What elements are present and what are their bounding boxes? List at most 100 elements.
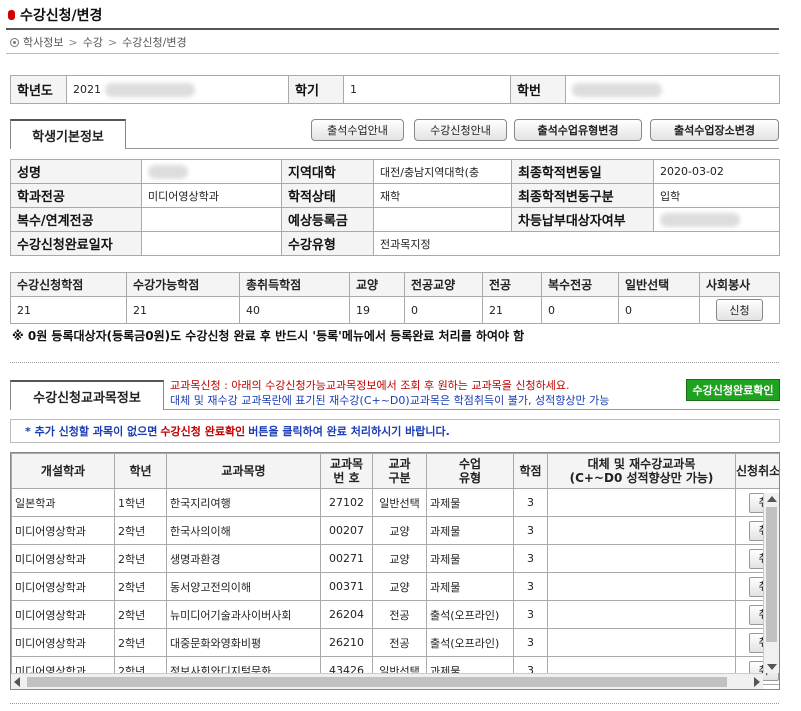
- chevron-right-icon: >: [107, 35, 118, 49]
- course-type: 과제물: [426, 544, 514, 573]
- major-label: 학과전공: [10, 183, 142, 208]
- header-credit: 학점: [513, 453, 548, 489]
- major-value: 미디어영상학과: [141, 183, 282, 208]
- course-retake: [547, 572, 736, 601]
- confirm-complete-button[interactable]: 수강신청완료확인: [686, 379, 780, 401]
- status-value: 재학: [373, 183, 512, 208]
- redacted-field: [572, 82, 662, 97]
- table-row: 미디어영상학과2학년한국사의이해00207교양과제물3취: [11, 516, 779, 545]
- status-label: 학적상태: [281, 183, 374, 208]
- scroll-thumb[interactable]: [766, 507, 777, 642]
- vertical-scrollbar[interactable]: [763, 493, 779, 673]
- scroll-left-icon[interactable]: [14, 677, 20, 687]
- header-cat-b: 구분: [388, 471, 411, 485]
- course-table: 개설학과 학년 교과목명 교과목 번 호 교과 구분 수업 유형 학점 대체 및 재수…: [11, 453, 779, 685]
- table-row: 일본학과1학년한국지리여행27102일반선택과제물3취: [11, 488, 779, 517]
- credit-header: 전공: [482, 272, 542, 297]
- scroll-up-icon[interactable]: [767, 496, 777, 502]
- course-credit: 3: [513, 488, 548, 517]
- bottom-divider: [10, 703, 779, 704]
- attendance-place-change-button[interactable]: 출석수업장소변경: [650, 119, 779, 141]
- course-credit: 3: [513, 628, 548, 657]
- attendance-guide-button[interactable]: 출석수업안내: [311, 119, 404, 141]
- header-type-b: 유형: [458, 471, 482, 485]
- course-category: 전공: [372, 600, 427, 629]
- horizontal-scrollbar[interactable]: [11, 673, 763, 689]
- complete-date-label: 수강신청완료일자: [10, 231, 142, 256]
- course-retake: [547, 516, 736, 545]
- course-grade: 1학년: [114, 488, 167, 517]
- course-type: 과제물: [426, 488, 514, 517]
- course-code: 27102: [320, 488, 373, 517]
- final-change-date-label: 최종학적변동일: [511, 159, 654, 184]
- scroll-right-icon[interactable]: [754, 677, 760, 687]
- type-label: 수강유형: [281, 231, 374, 256]
- tab-divider: [164, 409, 779, 410]
- course-dept: 미디어영상학과: [11, 572, 115, 601]
- section-divider: [10, 362, 779, 363]
- table-row: 미디어영상학과2학년뉴미디어기술과사이버사회26204전공출석(오프라인)3취: [11, 600, 779, 629]
- year-value: 2021: [66, 75, 289, 104]
- course-name: 한국지리여행: [166, 488, 321, 517]
- scroll-down-icon[interactable]: [767, 664, 777, 670]
- region-value: 대전/충남지역대학(충: [373, 159, 512, 184]
- credit-value: 19: [349, 296, 405, 324]
- header-type: 수업 유형: [426, 453, 514, 489]
- course-type: 과제물: [426, 516, 514, 545]
- tab-student-info[interactable]: 학생기본정보: [10, 119, 126, 149]
- breadcrumb-item[interactable]: 학사정보: [23, 34, 63, 50]
- expected-fee-value: [373, 207, 512, 232]
- credit-header: 일반선택: [618, 272, 700, 297]
- header-code-b: 번 호: [333, 471, 360, 485]
- registration-guide-button[interactable]: 수강신청안내: [414, 119, 507, 141]
- credit-header: 수강가능학점: [126, 272, 240, 297]
- course-name: 동서양고전의이해: [166, 572, 321, 601]
- credit-header: 교양: [349, 272, 405, 297]
- redacted-field: [104, 82, 195, 97]
- page-title: 수강신청/변경: [8, 4, 102, 26]
- tab-divider: [126, 148, 779, 149]
- course-type: 출석(오프라인): [426, 628, 514, 657]
- course-dept: 일본학과: [11, 488, 115, 517]
- course-grade: 2학년: [114, 600, 167, 629]
- student-id-label: 학번: [510, 75, 566, 104]
- expected-fee-label: 예상등록금: [281, 207, 374, 232]
- header-name: 교과목명: [166, 453, 321, 489]
- title-divider: [6, 28, 779, 30]
- course-code: 26210: [320, 628, 373, 657]
- header-type-a: 수업: [458, 457, 482, 471]
- course-name: 한국사의이해: [166, 516, 321, 545]
- credit-value: 21: [126, 296, 240, 324]
- credits-table: 수강신청학점 수강가능학점 총취득학점 교양 전공교양 전공 복수전공 일반선택…: [10, 272, 780, 324]
- course-credit: 3: [513, 516, 548, 545]
- term-label: 학기: [288, 75, 344, 104]
- scroll-thumb[interactable]: [27, 677, 727, 687]
- student-id-value: [565, 75, 780, 104]
- double-major-value: [141, 207, 282, 232]
- double-major-label: 복수/연계전공: [10, 207, 142, 232]
- credit-header: 수강신청학점: [10, 272, 127, 297]
- social-service-cell: 신청: [699, 296, 780, 324]
- tab-course-info[interactable]: 수강신청교과목정보: [10, 380, 164, 410]
- final-change-type-value: 입학: [653, 183, 780, 208]
- attendance-type-change-button[interactable]: 출석수업유형변경: [514, 119, 642, 141]
- course-credit: 3: [513, 544, 548, 573]
- credit-value: 0: [618, 296, 700, 324]
- credit-header: 전공교양: [404, 272, 483, 297]
- info-box: * 추가 신청할 과목이 없으면 수강신청 완료확인 버튼을 클릭하여 완료 처…: [10, 419, 780, 443]
- header-cat-a: 교과: [388, 457, 411, 471]
- breadcrumb-item[interactable]: 수강: [83, 34, 103, 50]
- course-type: 출석(오프라인): [426, 600, 514, 629]
- breadcrumb-item[interactable]: 수강신청/변경: [122, 34, 186, 50]
- course-credit: 3: [513, 572, 548, 601]
- course-category: 전공: [372, 628, 427, 657]
- info-highlight: 수강신청 완료확인: [160, 425, 246, 438]
- course-code: 00371: [320, 572, 373, 601]
- info-prefix: * 추가 신청할 과목이 없으면: [25, 425, 158, 438]
- social-service-apply-button[interactable]: 신청: [716, 299, 763, 321]
- course-retake: [547, 600, 736, 629]
- year-value-text: 2021: [73, 82, 101, 96]
- student-info-table: 성명 지역대학 대전/충남지역대학(충 최종학적변동일 2020-03-02 학…: [10, 159, 780, 256]
- header-retake: 대체 및 재수강교과목 (C+~D0 성적향상만 가능): [547, 453, 736, 489]
- redacted-field: [148, 164, 188, 179]
